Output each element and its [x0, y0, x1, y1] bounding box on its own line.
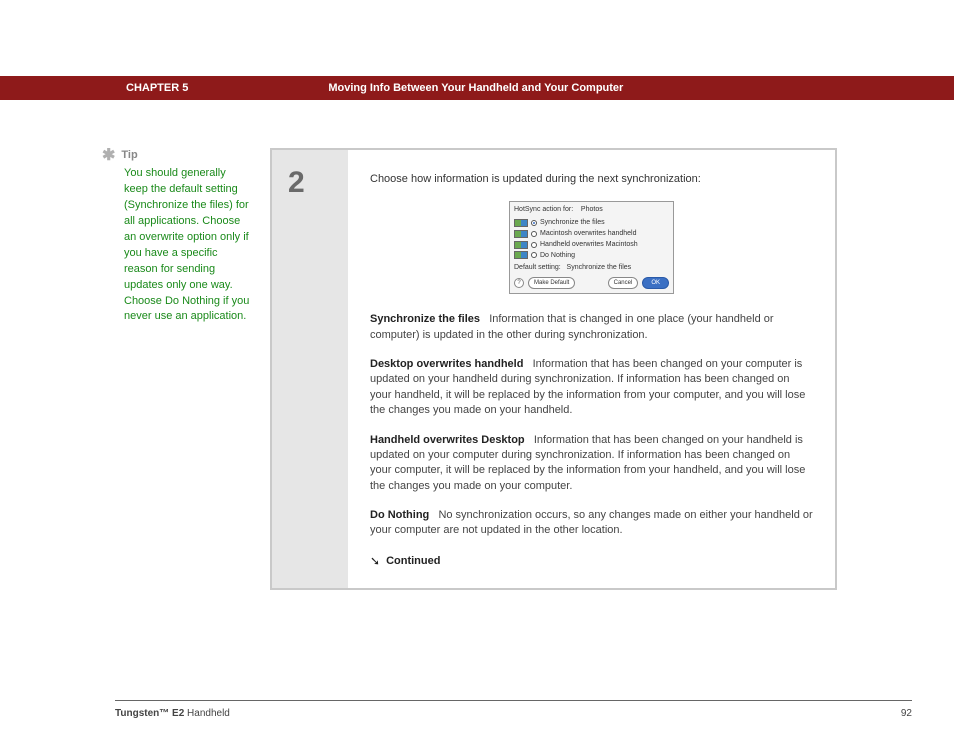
definition-term: Synchronize the files: [370, 313, 480, 325]
page-body: ✱ Tip You should generally keep the defa…: [0, 148, 954, 590]
dialog-option[interactable]: Handheld overwrites Macintosh: [514, 240, 669, 250]
product-name-rest: Handheld: [184, 708, 230, 719]
radio-button[interactable]: [531, 220, 537, 226]
chapter-header: CHAPTER 5 Moving Info Between Your Handh…: [0, 76, 954, 100]
dialog-title-item: Photos: [581, 206, 603, 213]
continued-label: Continued: [386, 554, 440, 569]
dialog-option-label: Handheld overwrites Macintosh: [540, 240, 638, 250]
sync-direction-icon: [514, 241, 528, 249]
sync-direction-icon: [514, 230, 528, 238]
definition-term: Handheld overwrites Desktop: [370, 434, 525, 446]
step-content: Choose how information is updated during…: [348, 150, 835, 588]
dialog-button-row: ? Make Default Cancel OK: [514, 277, 669, 289]
tip-body: You should generally keep the default se…: [124, 166, 250, 325]
definition-paragraph: Handheld overwrites Desktop Information …: [370, 433, 813, 495]
definition-term: Desktop overwrites handheld: [370, 358, 523, 370]
chapter-label: CHAPTER 5: [126, 82, 188, 94]
cancel-button[interactable]: Cancel: [608, 277, 639, 289]
ok-button[interactable]: OK: [642, 277, 669, 289]
sync-direction-icon: [514, 219, 528, 227]
chapter-title: Moving Info Between Your Handheld and Yo…: [328, 82, 623, 94]
tip-label: Tip: [121, 148, 137, 164]
dialog-screenshot-wrap: HotSync action for: Photos Synchronize t…: [370, 201, 813, 294]
footer-rule: [115, 700, 912, 701]
dialog-title-prefix: HotSync action for:: [514, 206, 573, 213]
continued-row: ➘ Continued: [370, 553, 813, 570]
page-number: 92: [901, 708, 912, 719]
product-name-bold: Tungsten™ E2: [115, 708, 184, 719]
product-name: Tungsten™ E2 Handheld: [115, 708, 230, 719]
dialog-option-label: Synchronize the files: [540, 218, 605, 228]
radio-button[interactable]: [531, 252, 537, 258]
step-number-column: 2: [272, 150, 348, 588]
step-panel: 2 Choose how information is updated duri…: [270, 148, 837, 590]
hotsync-dialog: HotSync action for: Photos Synchronize t…: [509, 201, 674, 294]
dialog-default-row: Default setting: Synchronize the files: [514, 263, 669, 273]
dialog-default-prefix: Default setting:: [514, 264, 561, 271]
sync-direction-icon: [514, 251, 528, 259]
definition-paragraph: Desktop overwrites handheld Information …: [370, 357, 813, 419]
dialog-option-label: Do Nothing: [540, 251, 575, 261]
dialog-default-value: Synchronize the files: [567, 264, 632, 271]
dialog-option-label: Macintosh overwrites handheld: [540, 229, 637, 239]
help-icon[interactable]: ?: [514, 278, 524, 288]
radio-button[interactable]: [531, 242, 537, 248]
dialog-option[interactable]: Macintosh overwrites handheld: [514, 229, 669, 239]
step-number: 2: [288, 166, 348, 200]
dialog-option[interactable]: Do Nothing: [514, 251, 669, 261]
continued-arrow-icon: ➘: [370, 553, 380, 570]
dialog-title: HotSync action for: Photos: [514, 205, 669, 215]
definition-term: Do Nothing: [370, 509, 429, 521]
make-default-button[interactable]: Make Default: [528, 277, 575, 289]
step-instruction: Choose how information is updated during…: [370, 172, 813, 187]
definition-body: No synchronization occurs, so any change…: [370, 509, 813, 536]
definition-paragraph: Synchronize the files Information that i…: [370, 312, 813, 343]
page-footer: Tungsten™ E2 Handheld 92: [115, 708, 912, 719]
dialog-option[interactable]: Synchronize the files: [514, 218, 669, 228]
radio-button[interactable]: [531, 231, 537, 237]
definition-paragraph: Do Nothing No synchronization occurs, so…: [370, 508, 813, 539]
tip-sidebar: ✱ Tip You should generally keep the defa…: [0, 148, 270, 590]
asterisk-icon: ✱: [102, 148, 115, 164]
